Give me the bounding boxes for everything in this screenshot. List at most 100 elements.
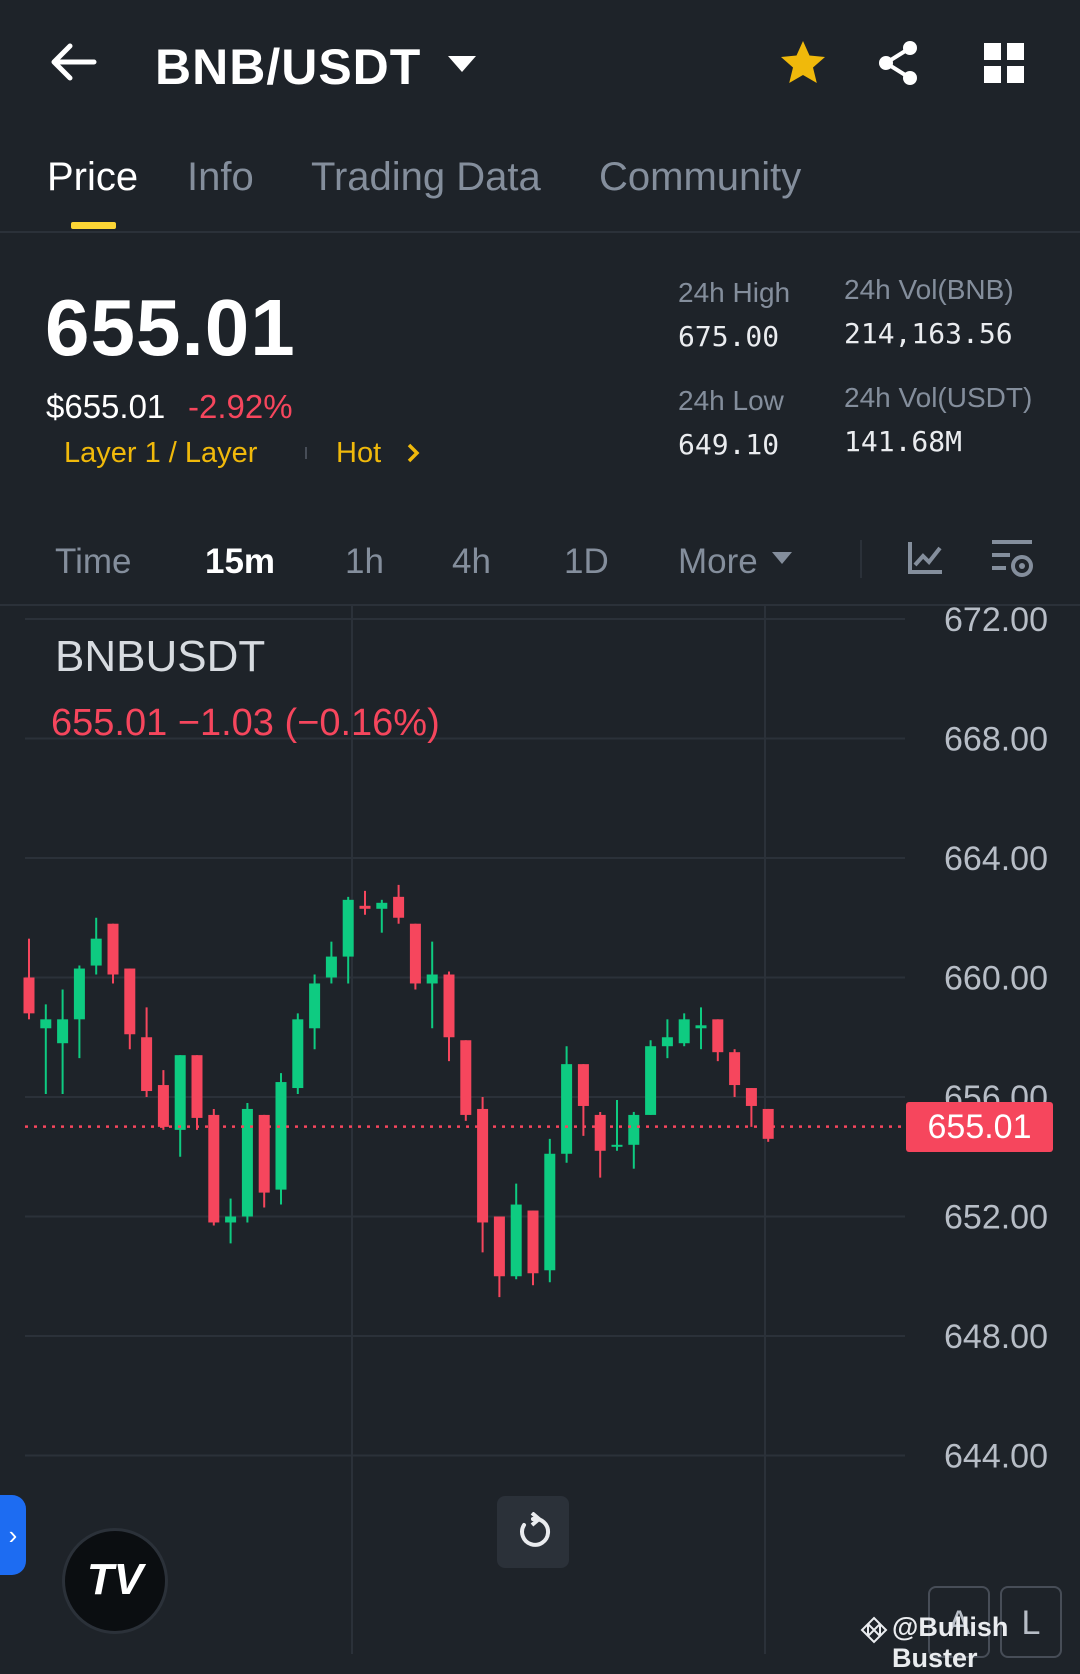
candle-body	[661, 1037, 673, 1047]
vol-base-value: 214,163.56	[844, 317, 1013, 350]
chevron-right-icon[interactable]	[405, 440, 423, 471]
y-axis-label: 672.00	[944, 606, 1048, 639]
y-axis-label: 668.00	[944, 721, 1048, 759]
pair-title[interactable]: BNB/USDT	[155, 38, 421, 96]
current-price-tag: 655.01	[906, 1101, 1053, 1152]
candle-body	[645, 1046, 657, 1115]
back-button[interactable]	[44, 36, 106, 88]
candle-body	[510, 1204, 522, 1277]
change-percent: -2.92%	[188, 388, 293, 425]
interval-4h[interactable]: 4h	[452, 542, 491, 582]
watermark-text: @Bullish Buster	[892, 1612, 1009, 1673]
candle-body	[275, 1082, 287, 1190]
grid-icon	[984, 43, 1024, 83]
tab-divider	[0, 231, 1080, 233]
back-arrow-icon	[51, 43, 97, 81]
tab-community[interactable]: Community	[599, 155, 801, 200]
candle-body	[426, 974, 438, 984]
interval-time[interactable]: Time	[55, 542, 131, 582]
y-axis-label: 652.00	[944, 1199, 1048, 1237]
high-value: 675.00	[678, 320, 780, 353]
pair-dropdown-icon[interactable]	[448, 56, 476, 72]
candle-body	[57, 1019, 69, 1044]
low-label: 24h Low	[678, 385, 784, 416]
y-axis-label: 648.00	[944, 1318, 1048, 1356]
candle-body	[124, 968, 136, 1035]
candle-body	[409, 923, 421, 984]
tradingview-logo[interactable]: TV	[62, 1528, 168, 1634]
candle-body	[40, 1019, 52, 1029]
candle-body	[23, 977, 35, 1014]
tag-separator	[305, 447, 307, 459]
candle-body	[712, 1019, 724, 1053]
candle-body	[107, 923, 119, 975]
candle-body	[493, 1216, 505, 1277]
reset-chart-button[interactable]	[497, 1496, 569, 1568]
y-axis-label: 664.00	[944, 840, 1048, 878]
candle-body	[376, 902, 388, 909]
side-panel-handle[interactable]: ›	[0, 1495, 26, 1575]
share-icon	[879, 41, 917, 85]
more-dropdown-icon[interactable]	[772, 552, 792, 564]
category-tag[interactable]: Layer 1 / Layer	[64, 437, 257, 470]
candle-body	[90, 938, 102, 966]
chart-legend-values: 655.01 −1.03 (−0.16%)	[51, 702, 440, 744]
candle-body	[225, 1216, 237, 1223]
vol-quote-label: 24h Vol(USDT)	[844, 382, 1033, 413]
tab-info[interactable]: Info	[187, 155, 254, 200]
high-label: 24h High	[678, 277, 791, 308]
usd-price: $655.01	[46, 388, 166, 425]
tab-price[interactable]: Price	[47, 155, 138, 200]
candle-body	[762, 1108, 774, 1139]
watermark-logo-icon	[860, 1616, 888, 1649]
chart-settings-icon	[992, 540, 1033, 577]
y-axis-label: 660.00	[944, 960, 1048, 998]
hot-tag[interactable]: Hot	[336, 437, 381, 470]
candle-body	[157, 1085, 169, 1127]
candle-body	[544, 1153, 556, 1271]
candle-body	[359, 905, 371, 909]
candle-body	[141, 1037, 153, 1092]
candle-body	[241, 1108, 253, 1217]
indicator-button[interactable]	[906, 538, 946, 578]
refresh-icon	[520, 1512, 551, 1547]
vol-quote-value: 141.68M	[844, 425, 963, 458]
candle-body	[527, 1210, 539, 1274]
candle-body	[695, 1025, 707, 1029]
candle-body	[309, 983, 321, 1029]
candle-body	[292, 1019, 304, 1089]
candle-body	[628, 1114, 640, 1145]
tab-trading-data[interactable]: Trading Data	[311, 155, 541, 200]
last-price: 655.01	[45, 283, 296, 372]
candle-body	[561, 1064, 573, 1154]
interval-1d[interactable]: 1D	[564, 542, 609, 582]
active-tab-indicator	[71, 222, 116, 229]
interval-more[interactable]: More	[678, 542, 758, 582]
candle-body	[745, 1088, 757, 1106]
candle-body	[729, 1052, 741, 1086]
candle-body	[325, 956, 337, 978]
favorite-button[interactable]	[778, 38, 828, 88]
candle-body	[611, 1144, 623, 1147]
candle-body	[191, 1055, 203, 1118]
interval-divider	[860, 540, 862, 578]
candle-body	[393, 896, 405, 918]
layout-button[interactable]	[983, 42, 1025, 84]
candle-body	[443, 974, 455, 1038]
candle-body	[73, 968, 85, 1020]
star-icon	[781, 41, 825, 83]
candle-body	[460, 1040, 472, 1115]
y-axis-label: 644.00	[944, 1438, 1048, 1476]
interval-1h[interactable]: 1h	[345, 542, 384, 582]
share-button[interactable]	[874, 38, 924, 88]
interval-15m[interactable]: 15m	[205, 542, 275, 582]
low-value: 649.10	[678, 428, 780, 461]
candle-body	[342, 899, 354, 957]
indicator-icon	[908, 542, 942, 574]
vol-base-label: 24h Vol(BNB)	[844, 274, 1014, 305]
candle-body	[678, 1019, 690, 1044]
candle-body	[577, 1064, 589, 1106]
chart-settings-button[interactable]	[990, 536, 1036, 582]
chart-symbol: BNBUSDT	[55, 632, 266, 681]
candle-body	[174, 1055, 186, 1130]
